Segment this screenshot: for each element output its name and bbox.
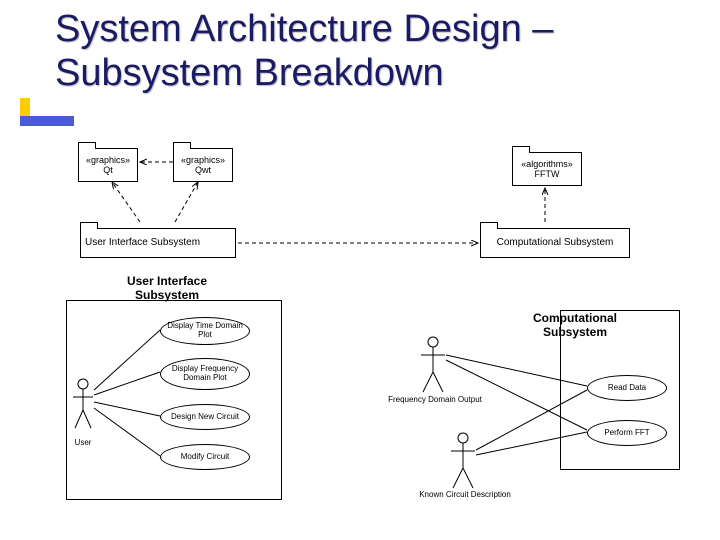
- diagram: «graphics» Qt «graphics» Qwt «algorithms…: [0, 0, 720, 540]
- package-qwt: «graphics» Qwt: [173, 148, 233, 182]
- package-name: Qwt: [195, 165, 211, 175]
- folder-tab-icon: [78, 142, 96, 149]
- package-qt: «graphics» Qt: [78, 148, 138, 182]
- package-name: FFTW: [535, 169, 560, 179]
- package-fftw: «algorithms» FFTW: [512, 152, 582, 186]
- section-ui-label: User Interface Subsystem: [112, 275, 222, 303]
- actor-label-known-desc: Known Circuit Description: [410, 490, 520, 499]
- usecase-perform-fft: Perform FFT: [587, 420, 667, 446]
- package-ui-subsystem: User Interface Subsystem: [80, 228, 236, 258]
- package-stereo: «graphics»: [86, 155, 130, 165]
- folder-tab-icon: [512, 146, 530, 153]
- usecase-display-freq: Display Frequency Domain Plot: [160, 358, 250, 390]
- usecase-display-time: Display Time Domain Plot: [160, 317, 250, 345]
- package-stereo: «graphics»: [181, 155, 225, 165]
- usecase-design-circuit: Design New Circuit: [160, 404, 250, 430]
- actor-label-user: User: [68, 438, 98, 447]
- package-name: Computational Subsystem: [497, 237, 614, 249]
- folder-tab-icon: [80, 222, 98, 229]
- section-comp-label: Computational Subsystem: [520, 312, 630, 340]
- package-stereo: «algorithms»: [521, 159, 573, 169]
- folder-tab-icon: [173, 142, 191, 149]
- usecase-read-data: Read Data: [587, 375, 667, 401]
- package-name: Qt: [103, 165, 113, 175]
- folder-tab-icon: [480, 222, 498, 229]
- package-comp-subsystem: Computational Subsystem: [480, 228, 630, 258]
- actor-label-freq-output: Frequency Domain Output: [380, 395, 490, 404]
- package-name: User Interface Subsystem: [85, 237, 200, 249]
- usecase-modify-circuit: Modify Circuit: [160, 444, 250, 470]
